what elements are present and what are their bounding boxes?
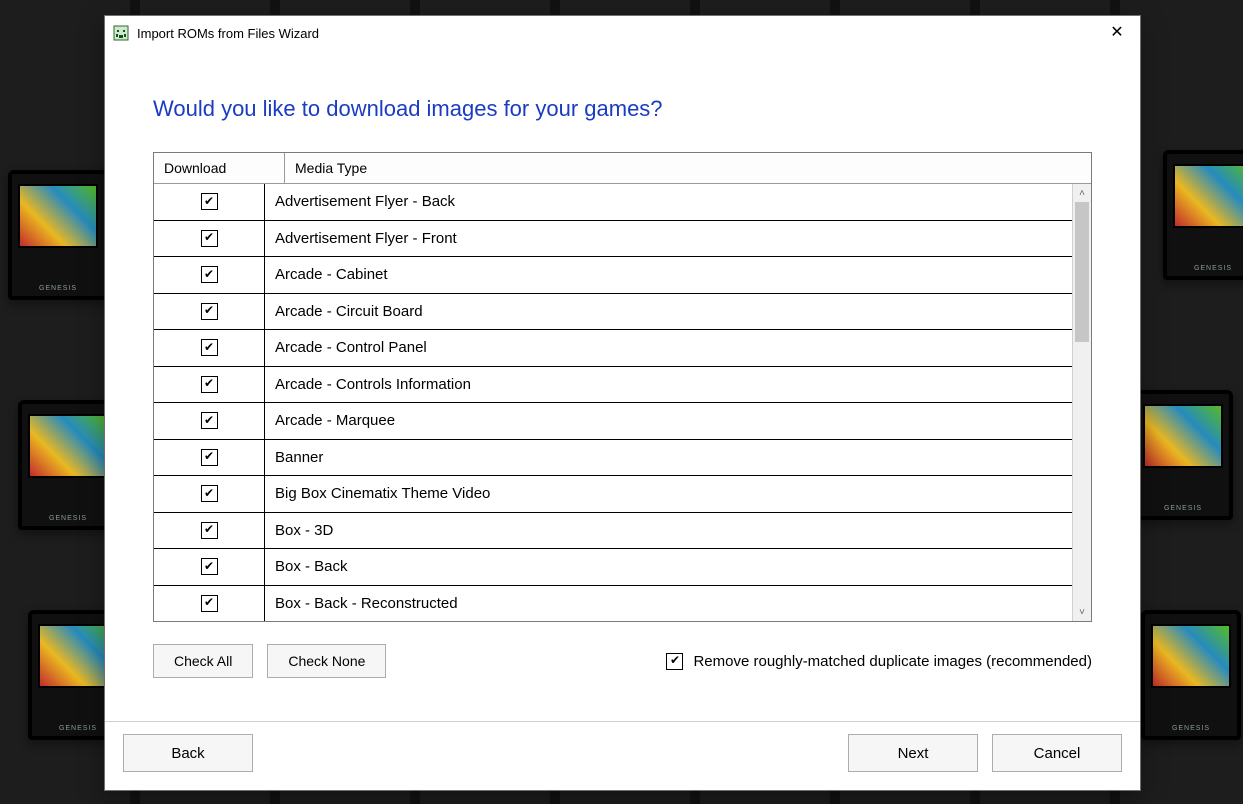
download-checkbox[interactable]: [201, 558, 218, 575]
table-row[interactable]: Arcade - Control Panel: [154, 329, 1073, 366]
back-button[interactable]: Back: [123, 734, 253, 772]
cancel-button[interactable]: Cancel: [992, 734, 1122, 772]
titlebar: Import ROMs from Files Wizard ✕: [105, 16, 1140, 50]
table-row[interactable]: Box - 3D: [154, 512, 1073, 549]
app-icon: [113, 25, 129, 41]
check-all-button[interactable]: Check All: [153, 644, 253, 678]
media-type-cell: Arcade - Circuit Board: [265, 294, 1073, 330]
check-none-button[interactable]: Check None: [267, 644, 386, 678]
next-button[interactable]: Next: [848, 734, 978, 772]
table-row[interactable]: Big Box Cinematix Theme Video: [154, 475, 1073, 512]
media-type-cell: Arcade - Marquee: [265, 403, 1073, 439]
media-type-grid: Download Media Type Advertisement Flyer …: [153, 152, 1092, 622]
window-title: Import ROMs from Files Wizard: [137, 26, 319, 41]
download-checkbox[interactable]: [201, 230, 218, 247]
column-header-download[interactable]: Download: [154, 153, 285, 183]
download-checkbox[interactable]: [201, 522, 218, 539]
table-row[interactable]: Banner: [154, 439, 1073, 476]
remove-duplicates-checkbox[interactable]: [666, 653, 683, 670]
table-row[interactable]: Arcade - Cabinet: [154, 256, 1073, 293]
table-row[interactable]: Box - Back - Reconstructed: [154, 585, 1073, 622]
import-wizard-dialog: Import ROMs from Files Wizard ✕ Would yo…: [104, 15, 1141, 791]
download-checkbox[interactable]: [201, 376, 218, 393]
table-row[interactable]: Box - Back: [154, 548, 1073, 585]
table-row[interactable]: Arcade - Marquee: [154, 402, 1073, 439]
download-checkbox[interactable]: [201, 339, 218, 356]
media-type-cell: Banner: [265, 440, 1073, 476]
table-row[interactable]: Arcade - Controls Information: [154, 366, 1073, 403]
media-type-cell: Advertisement Flyer - Front: [265, 221, 1073, 257]
download-checkbox[interactable]: [201, 449, 218, 466]
download-checkbox[interactable]: [201, 595, 218, 612]
media-type-cell: Box - 3D: [265, 513, 1073, 549]
download-checkbox[interactable]: [201, 485, 218, 502]
page-heading: Would you like to download images for yo…: [153, 96, 1092, 122]
scroll-up-icon[interactable]: ˄: [1073, 184, 1091, 202]
download-checkbox[interactable]: [201, 412, 218, 429]
media-type-cell: Box - Back - Reconstructed: [265, 586, 1073, 622]
remove-duplicates-label: Remove roughly-matched duplicate images …: [693, 653, 1092, 670]
media-type-cell: Box - Back: [265, 549, 1073, 585]
scroll-thumb[interactable]: [1075, 202, 1089, 342]
media-type-cell: Arcade - Controls Information: [265, 367, 1073, 403]
column-header-media-type[interactable]: Media Type: [285, 153, 1091, 183]
media-type-cell: Arcade - Cabinet: [265, 257, 1073, 293]
table-row[interactable]: Arcade - Circuit Board: [154, 293, 1073, 330]
media-type-cell: Advertisement Flyer - Back: [265, 184, 1073, 220]
grid-scrollbar[interactable]: ˄ ˅: [1072, 184, 1091, 621]
wizard-footer: Back Next Cancel: [105, 721, 1140, 790]
download-checkbox[interactable]: [201, 303, 218, 320]
close-button[interactable]: ✕: [1094, 16, 1140, 50]
grid-header: Download Media Type: [154, 153, 1091, 184]
scroll-down-icon[interactable]: ˅: [1073, 603, 1091, 621]
media-type-cell: Arcade - Control Panel: [265, 330, 1073, 366]
download-checkbox[interactable]: [201, 266, 218, 283]
download-checkbox[interactable]: [201, 193, 218, 210]
table-row[interactable]: Advertisement Flyer - Back: [154, 184, 1073, 220]
table-row[interactable]: Advertisement Flyer - Front: [154, 220, 1073, 257]
media-type-cell: Big Box Cinematix Theme Video: [265, 476, 1073, 512]
